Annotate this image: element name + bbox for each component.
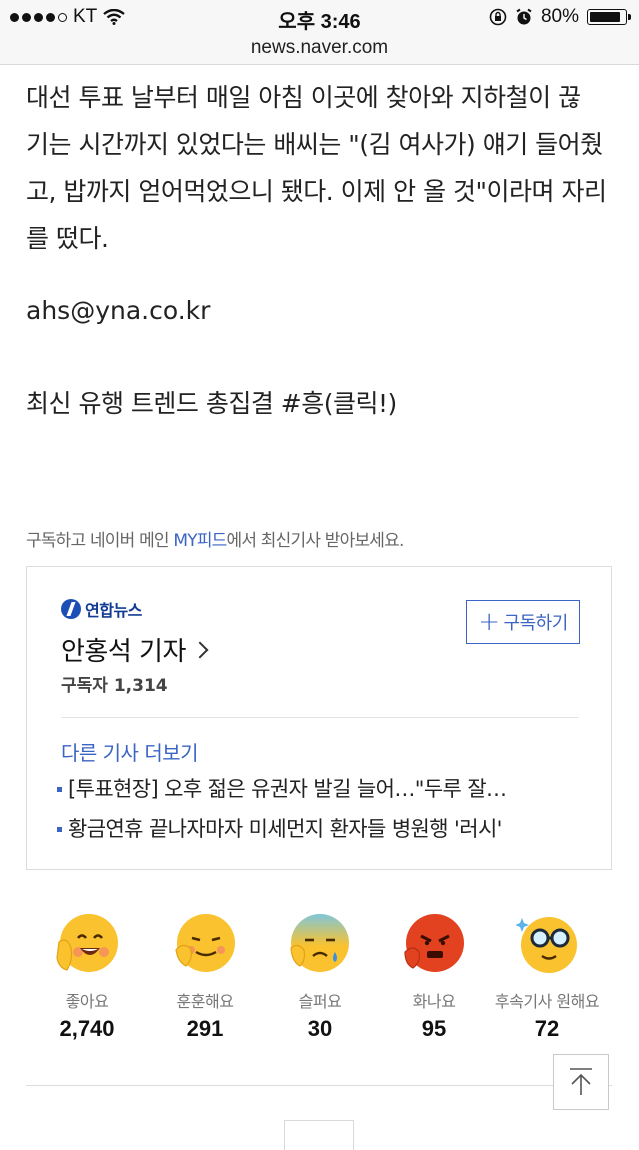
more-articles-link[interactable]: 다른 기사 더보기 bbox=[61, 737, 199, 766]
battery-icon bbox=[587, 9, 631, 25]
bullet-icon bbox=[57, 786, 62, 792]
subscribe-button[interactable]: + 구독하기 bbox=[466, 600, 580, 644]
reaction-want-followup[interactable]: 후속기사 원해요 72 bbox=[490, 912, 604, 1042]
battery-percent: 80% bbox=[540, 6, 579, 27]
article-line: 기는 시간까지 있었다는 배씨는 "(김 여사가) 얘기 들어줬 bbox=[26, 130, 603, 159]
my-feed-link[interactable]: MY피드 bbox=[173, 531, 227, 551]
reaction-count: 30 bbox=[307, 1016, 333, 1041]
reaction-count: 291 bbox=[186, 1016, 224, 1041]
alarm-icon bbox=[516, 8, 532, 25]
sad-face-icon bbox=[289, 912, 351, 974]
subscribe-note-suffix: 에서 최신기사 받아보세요. bbox=[226, 531, 405, 551]
scroll-to-top-button[interactable] bbox=[553, 1054, 609, 1110]
list-item[interactable]: [투표현장] 오후 젊은 유권자 발길 늘어…"두루 잘… bbox=[57, 769, 587, 809]
press-name: 연합뉴스 bbox=[85, 601, 142, 620]
subscribe-note: 구독하고 네이버 메인 MY피드에서 최신기사 받아보세요. bbox=[26, 526, 404, 551]
url-text: news.naver.com bbox=[250, 37, 389, 58]
chevron-right-icon bbox=[191, 641, 209, 658]
reporter-email: ahs@yna.co.kr bbox=[26, 296, 211, 325]
reaction-label: 좋아요 bbox=[65, 992, 109, 1011]
arrow-up-icon bbox=[570, 1068, 592, 1095]
reaction-bar: 좋아요 2,740 훈훈해요 291 슬퍼요 30 화나요 95 후속기사 원해… bbox=[30, 912, 620, 1052]
reporter-name: 안홍석 기자 bbox=[61, 637, 186, 667]
reaction-label: 화나요 bbox=[412, 992, 456, 1011]
status-bar: KT 오후 3:46 80% bbox=[0, 0, 639, 36]
reaction-count: 95 bbox=[421, 1016, 447, 1041]
warm-face-icon bbox=[174, 912, 236, 974]
article-line: 고, 밥까지 얻어먹었으니 됐다. 이제 안 올 것"이라며 자리 bbox=[26, 177, 607, 206]
reaction-angry[interactable]: 화나요 95 bbox=[377, 912, 491, 1042]
subscriber-count: 구독자 1,314 bbox=[61, 676, 168, 696]
reaction-count: 2,740 bbox=[59, 1016, 115, 1041]
glasses-face-icon bbox=[516, 912, 578, 974]
reaction-label: 훈훈해요 bbox=[176, 992, 234, 1011]
press-logo[interactable]: 연합뉴스 bbox=[61, 597, 142, 621]
card-divider bbox=[61, 717, 579, 718]
reaction-sad[interactable]: 슬퍼요 30 bbox=[263, 912, 377, 1042]
status-right: 80% bbox=[489, 6, 631, 28]
article-body: 대선 투표 날부터 매일 아침 이곳에 찾아와 지하철이 끊 기는 시간까지 있… bbox=[26, 74, 616, 262]
reaction-like[interactable]: 좋아요 2,740 bbox=[30, 912, 144, 1042]
bottom-tab-edge bbox=[284, 1120, 354, 1150]
reaction-warm[interactable]: 훈훈해요 291 bbox=[148, 912, 262, 1042]
article-line: 를 떴다. bbox=[26, 224, 109, 253]
rotation-lock-icon bbox=[489, 8, 507, 26]
bullet-icon bbox=[57, 826, 62, 832]
yonhap-logo-icon bbox=[61, 599, 81, 619]
article-title: 황금연휴 끝나자마자 미세먼지 환자들 병원행 '러시' bbox=[68, 817, 502, 841]
subscribe-button-label: 구독하기 bbox=[503, 613, 569, 634]
subscribe-note-prefix: 구독하고 네이버 메인 bbox=[26, 531, 174, 551]
trend-link[interactable]: 최신 유행 트렌드 총집결 #흥(클릭!) bbox=[26, 384, 397, 420]
url-bar[interactable]: news.naver.com bbox=[0, 36, 639, 65]
reaction-label: 후속기사 원해요 bbox=[494, 992, 600, 1011]
other-articles-list: [투표현장] 오후 젊은 유권자 발길 늘어…"두루 잘… 황금연휴 끝나자마자… bbox=[57, 769, 587, 849]
reporter-card: 연합뉴스 안홍석 기자 구독자 1,314 + 구독하기 다른 기사 더보기 [… bbox=[26, 566, 612, 870]
article-title: [투표현장] 오후 젊은 유권자 발길 늘어…"두루 잘… bbox=[68, 777, 507, 801]
article-line: 대선 투표 날부터 매일 아침 이곳에 찾아와 지하철이 끊 bbox=[26, 83, 581, 112]
reporter-name-link[interactable]: 안홍석 기자 bbox=[61, 631, 209, 668]
reaction-count: 72 bbox=[534, 1016, 560, 1041]
like-face-icon bbox=[56, 912, 118, 974]
reaction-label: 슬퍼요 bbox=[298, 992, 342, 1011]
plus-icon: + bbox=[478, 607, 500, 637]
section-divider bbox=[26, 1085, 612, 1086]
list-item[interactable]: 황금연휴 끝나자마자 미세먼지 환자들 병원행 '러시' bbox=[57, 809, 587, 849]
angry-face-icon bbox=[403, 912, 465, 974]
